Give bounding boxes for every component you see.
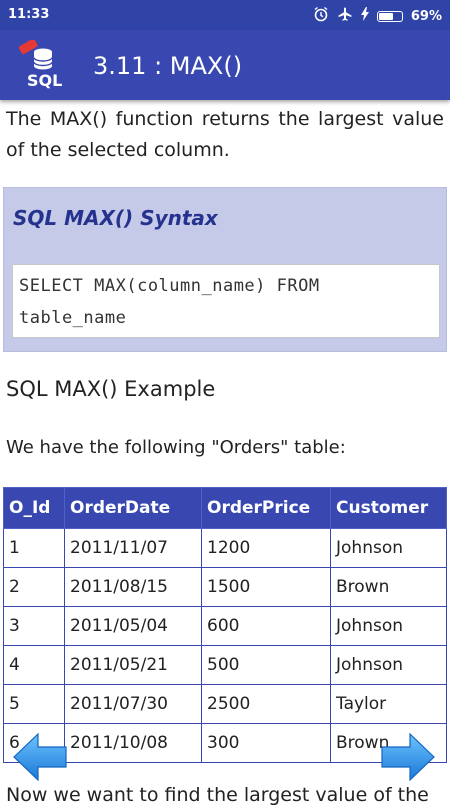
battery-percent: 69% xyxy=(410,8,442,24)
table-cell: 1 xyxy=(3,528,65,568)
page-title: 3.11 : MAX() xyxy=(93,52,243,80)
next-arrow-button[interactable] xyxy=(378,728,438,786)
column-header: Customer xyxy=(330,487,447,529)
status-icons: 69% xyxy=(313,6,442,26)
table-cell: 2500 xyxy=(201,684,331,724)
table-cell: Johnson xyxy=(330,645,447,685)
table-cell: Brown xyxy=(330,567,447,607)
table-cell: 4 xyxy=(3,645,65,685)
logo-text: SQL xyxy=(27,71,63,90)
column-header: OrderDate xyxy=(64,487,202,529)
table-cell: 2011/05/04 xyxy=(64,606,202,646)
previous-arrow-button[interactable] xyxy=(10,728,70,786)
table-cell: 500 xyxy=(201,645,331,685)
status-bar: 11:33 69% xyxy=(0,0,450,30)
table-row: 1 2011/11/07 1200 Johnson xyxy=(3,528,447,568)
table-cell: Johnson xyxy=(330,606,447,646)
table-row: 5 2011/07/30 2500 Taylor xyxy=(3,684,447,724)
alarm-icon xyxy=(313,6,329,26)
status-time: 11:33 xyxy=(8,7,50,22)
table-header-row: O_Id OrderDate OrderPrice Customer xyxy=(3,487,447,529)
table-cell: 5 xyxy=(3,684,65,724)
table-cell: 600 xyxy=(201,606,331,646)
table-intro: We have the following "Orders" table: xyxy=(6,437,346,458)
app-bar: SQL 3.11 : MAX() xyxy=(0,30,450,100)
charging-icon xyxy=(360,7,369,25)
airplane-icon xyxy=(337,6,353,26)
sql-logo-icon[interactable]: SQL xyxy=(16,38,70,92)
table-cell: 2011/07/30 xyxy=(64,684,202,724)
table-cell: 1500 xyxy=(201,567,331,607)
table-cell: 2011/11/07 xyxy=(64,528,202,568)
table-cell: 2011/05/21 xyxy=(64,645,202,685)
table-cell: 2 xyxy=(3,567,65,607)
table-cell: 1200 xyxy=(201,528,331,568)
table-cell: 3 xyxy=(3,606,65,646)
code-line: table_name xyxy=(19,308,127,328)
code-box: SELECT MAX(column_name) FROM table_name xyxy=(12,264,440,338)
table-row: 3 2011/05/04 600 Johnson xyxy=(3,606,447,646)
table-row: 4 2011/05/21 500 Johnson xyxy=(3,645,447,685)
table-cell: 2011/08/15 xyxy=(64,567,202,607)
arrow-right-icon xyxy=(381,732,435,782)
column-header: OrderPrice xyxy=(201,487,331,529)
table-cell: 300 xyxy=(201,723,331,763)
arrow-left-icon xyxy=(13,732,67,782)
intro-text: The MAX() function returns the largest v… xyxy=(6,108,444,161)
column-header: O_Id xyxy=(3,487,65,529)
syntax-box: SQL MAX() Syntax SELECT MAX(column_name)… xyxy=(3,187,447,352)
bottom-text: Now we want to find the largest value of… xyxy=(6,784,429,806)
table-cell: Taylor xyxy=(330,684,447,724)
table-row: 2 2011/08/15 1500 Brown xyxy=(3,567,447,607)
example-heading: SQL MAX() Example xyxy=(6,377,216,401)
syntax-title: SQL MAX() Syntax xyxy=(13,206,218,230)
table-cell: Johnson xyxy=(330,528,447,568)
table-cell: 2011/10/08 xyxy=(64,723,202,763)
orders-table: O_Id OrderDate OrderPrice Customer 1 201… xyxy=(3,487,447,763)
battery-icon xyxy=(376,10,403,22)
code-line: SELECT MAX(column_name) FROM xyxy=(19,276,320,296)
